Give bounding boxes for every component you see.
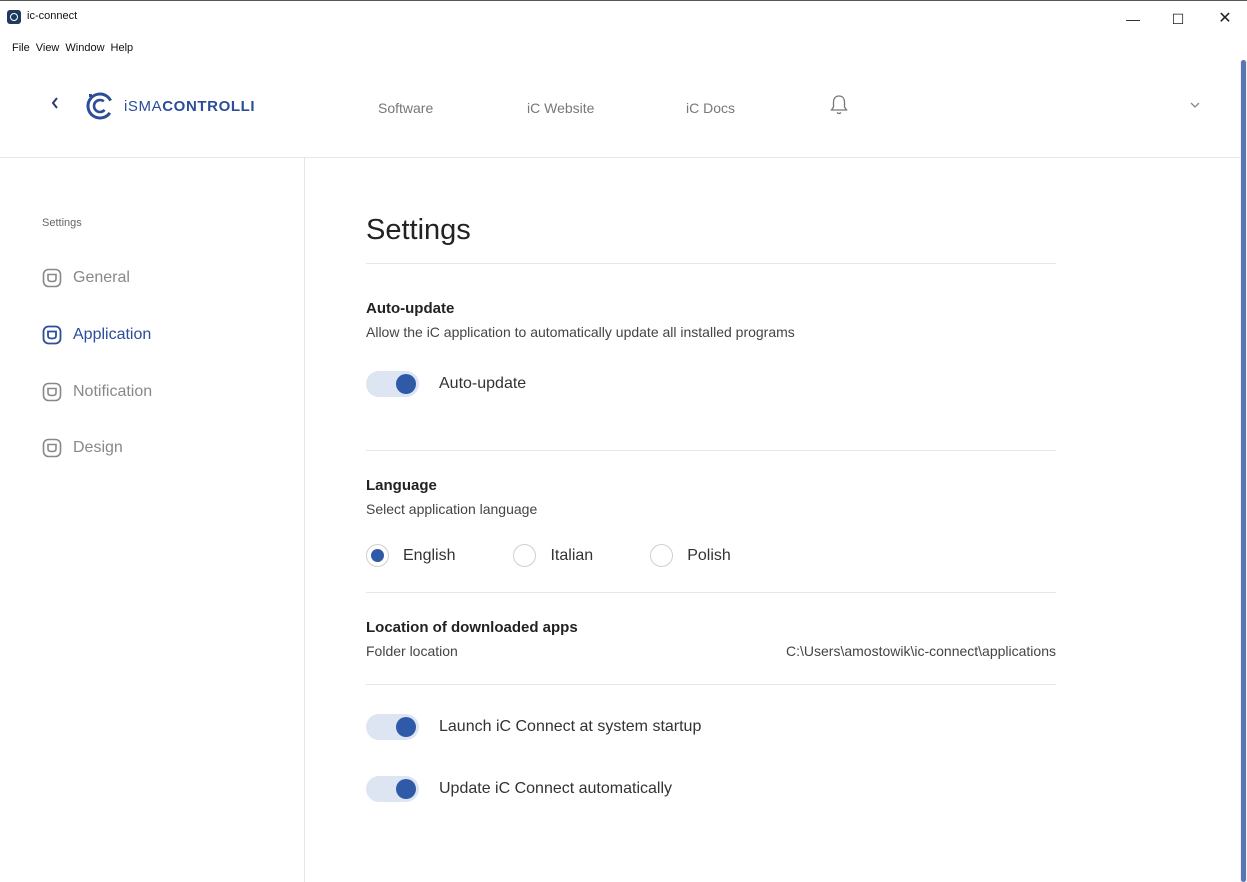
sidebar-item-label: Application	[73, 326, 152, 343]
sidebar-item-design[interactable]: Design	[42, 438, 123, 458]
chat-box-icon	[42, 325, 62, 345]
auto-update-title: Auto-update	[366, 300, 455, 317]
maximize-button[interactable]: ☐	[1163, 9, 1193, 29]
nav-ic-docs-link[interactable]: iC Docs	[686, 100, 735, 116]
menu-view[interactable]: View	[33, 42, 63, 58]
section-divider	[366, 684, 1056, 685]
ismacontrolli-logo-icon	[86, 92, 114, 120]
folder-location-label: Folder location	[366, 643, 458, 659]
self-update-row: Update iC Connect automatically	[366, 776, 672, 802]
menu-file[interactable]: File	[0, 42, 33, 58]
bell-icon[interactable]	[829, 94, 849, 116]
brand-logo[interactable]: iSMACONTROLLI	[86, 92, 255, 120]
section-divider	[366, 450, 1056, 451]
chevron-down-icon[interactable]	[1188, 98, 1202, 112]
language-english-radio[interactable]	[366, 544, 389, 567]
sidebar-item-notification[interactable]: Notification	[42, 382, 152, 402]
brand-name: iSMACONTROLLI	[124, 98, 255, 115]
toggle-knob	[396, 717, 416, 737]
language-italian-label[interactable]: Italian	[550, 547, 593, 565]
menu-help[interactable]: Help	[108, 42, 137, 58]
update-automatically-label: Update iC Connect automatically	[439, 780, 673, 797]
language-radio-group: English Italian Polish	[366, 544, 731, 567]
menu-window[interactable]: Window	[62, 42, 107, 58]
folder-location-path[interactable]: C:\Users\amostowik\ic-connect\applicatio…	[786, 643, 1056, 659]
language-polish-label[interactable]: Polish	[687, 547, 731, 565]
chat-box-icon	[42, 438, 62, 458]
auto-update-description: Allow the iC application to automaticall…	[366, 324, 795, 340]
nav-ic-website-link[interactable]: iC Website	[527, 100, 594, 116]
page-title: Settings	[366, 214, 471, 246]
sidebar-heading: Settings	[42, 217, 82, 229]
startup-row: Launch iC Connect at system startup	[366, 714, 701, 740]
auto-update-toggle[interactable]	[366, 371, 419, 397]
toggle-knob	[396, 779, 416, 799]
minimize-button[interactable]: —	[1118, 9, 1148, 29]
app-logo-icon	[7, 10, 21, 24]
radio-dot	[371, 549, 384, 562]
nav-software-link[interactable]: Software	[378, 100, 433, 116]
menu-bar: File View Window Help	[0, 42, 136, 58]
sidebar-item-label: General	[73, 269, 130, 286]
sidebar-item-application[interactable]: Application	[42, 325, 151, 345]
sidebar-item-label: Design	[73, 439, 123, 456]
window-title: ic-connect	[27, 10, 78, 22]
launch-at-startup-label: Launch iC Connect at system startup	[439, 718, 702, 735]
auto-update-toggle-label: Auto-update	[439, 375, 527, 392]
sidebar-item-label: Notification	[73, 383, 153, 400]
language-english-label[interactable]: English	[403, 547, 455, 565]
toggle-knob	[396, 374, 416, 394]
language-polish-radio[interactable]	[650, 544, 674, 567]
brand-name-light: iSMA	[124, 97, 163, 115]
language-description: Select application language	[366, 501, 538, 517]
settings-sidebar: Settings General Application Notificatio…	[0, 158, 305, 882]
chat-box-icon	[42, 268, 62, 288]
launch-at-startup-toggle[interactable]	[366, 714, 419, 740]
close-button[interactable]: ✕	[1210, 9, 1240, 29]
location-title: Location of downloaded apps	[366, 619, 578, 636]
vertical-scrollbar[interactable]	[1240, 60, 1247, 882]
brand-name-bold: CONTROLLI	[162, 97, 256, 115]
language-italian-radio[interactable]	[513, 544, 537, 567]
chat-box-icon	[42, 382, 62, 402]
app-header: iSMACONTROLLI Software iC Website iC Doc…	[0, 64, 1240, 158]
auto-update-row: Auto-update	[366, 371, 526, 397]
sidebar-item-general[interactable]: General	[42, 268, 130, 288]
scrollbar-thumb[interactable]	[1241, 60, 1246, 882]
back-button[interactable]	[50, 96, 60, 115]
chevron-left-icon	[51, 97, 58, 109]
language-title: Language	[366, 477, 437, 494]
section-divider	[366, 263, 1056, 264]
window-titlebar: ic-connect — ☐ ✕	[0, 0, 1247, 38]
section-divider	[366, 592, 1056, 593]
update-automatically-toggle[interactable]	[366, 776, 419, 802]
